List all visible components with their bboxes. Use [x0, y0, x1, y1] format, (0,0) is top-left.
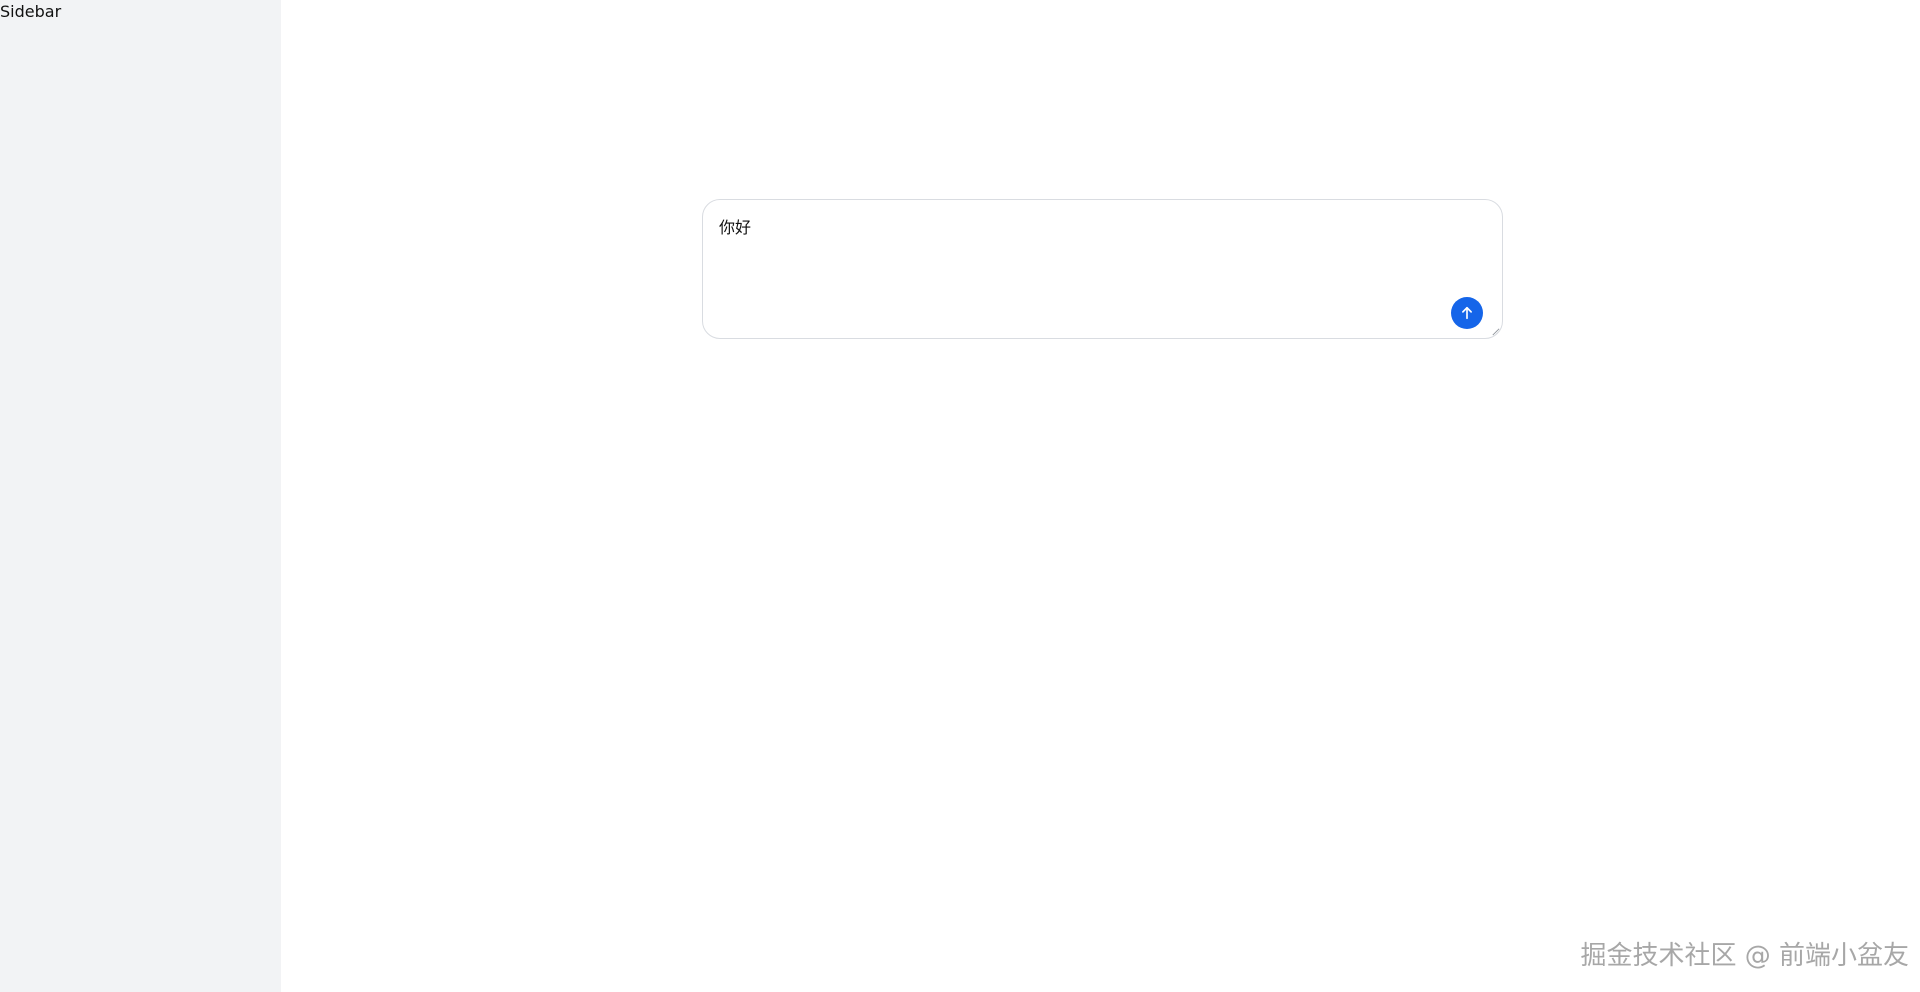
sidebar-title: Sidebar	[0, 2, 62, 21]
app-window: Sidebar 掘金技术社区 @ 前端小盆友	[0, 0, 1920, 992]
send-button[interactable]	[1451, 297, 1483, 329]
message-composer	[702, 199, 1503, 339]
message-input[interactable]	[703, 200, 1502, 338]
watermark-text: 掘金技术社区 @ 前端小盆友	[1580, 941, 1909, 971]
resize-handle-icon[interactable]	[1491, 327, 1500, 336]
arrow-up-icon	[1458, 304, 1476, 322]
sidebar: Sidebar	[0, 0, 281, 992]
main-content: 掘金技术社区 @ 前端小盆友	[281, 0, 1920, 992]
